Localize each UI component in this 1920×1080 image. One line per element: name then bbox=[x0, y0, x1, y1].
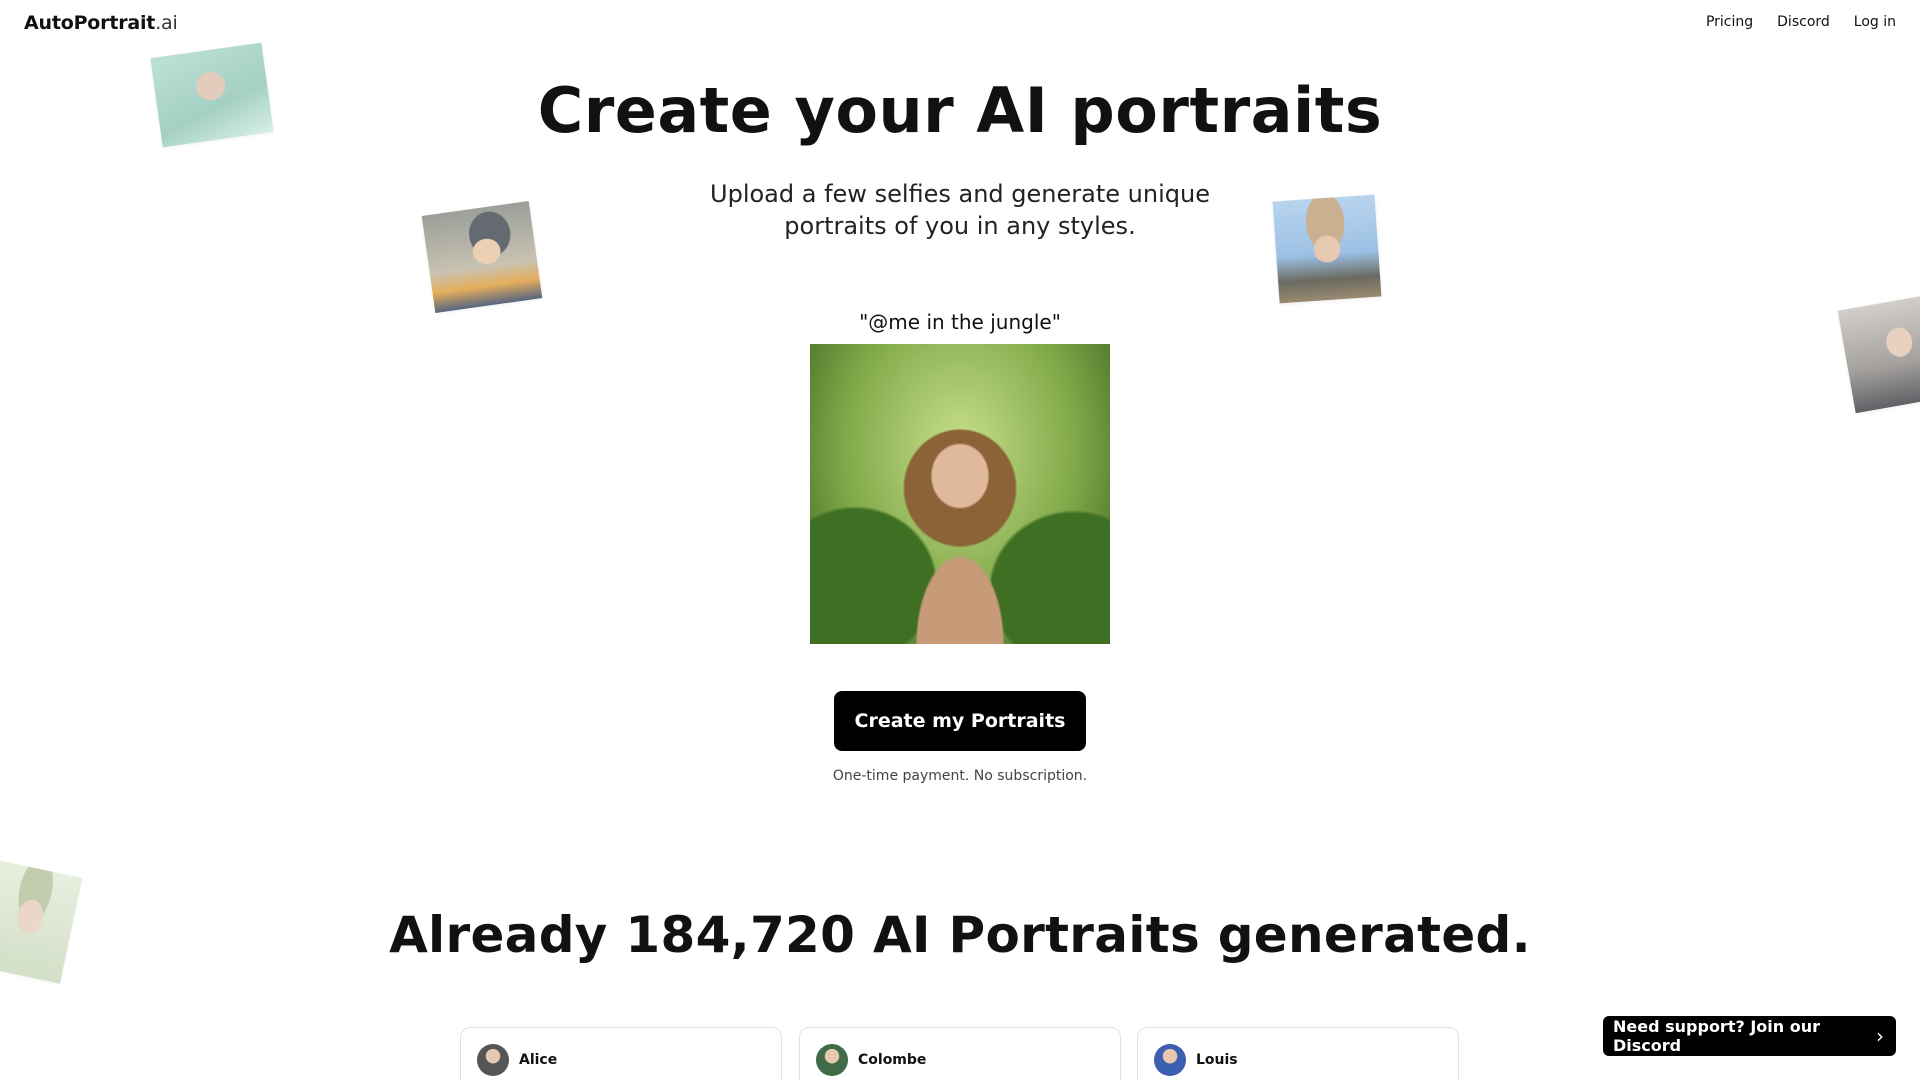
hero-subtitle: Upload a few selfies and generate unique… bbox=[710, 180, 1210, 240]
testimonial-name: Colombe bbox=[858, 1052, 927, 1068]
floating-portrait-anime bbox=[421, 200, 543, 314]
testimonial-card: Louis bbox=[1137, 1027, 1459, 1080]
testimonial-name: Louis bbox=[1196, 1052, 1238, 1068]
create-portraits-button[interactable]: Create my Portraits bbox=[834, 691, 1086, 751]
nav-discord[interactable]: Discord bbox=[1777, 14, 1830, 30]
top-nav: Pricing Discord Log in bbox=[1706, 14, 1896, 30]
support-label: Need support? Join our Discord bbox=[1613, 1017, 1820, 1055]
avatar bbox=[1154, 1044, 1186, 1076]
avatar bbox=[477, 1044, 509, 1076]
avatar bbox=[816, 1044, 848, 1076]
hero-title: Create your AI portraits bbox=[537, 74, 1383, 147]
nav-pricing[interactable]: Pricing bbox=[1706, 14, 1753, 30]
logo[interactable]: AutoPortrait.ai bbox=[24, 12, 178, 34]
nav-login[interactable]: Log in bbox=[1854, 14, 1896, 30]
chevron-right-icon: › bbox=[1876, 1024, 1884, 1048]
payment-note: One-time payment. No subscription. bbox=[832, 768, 1088, 784]
stats-title: Already 184,720 AI Portraits generated. bbox=[389, 906, 1531, 964]
testimonial-card: Alice bbox=[460, 1027, 782, 1080]
floating-portrait-glasses-man bbox=[1272, 194, 1382, 304]
discord-support-button[interactable]: Need support? Join our Discord › bbox=[1603, 1016, 1896, 1056]
logo-main: AutoPortrait bbox=[24, 12, 156, 34]
testimonial-name: Alice bbox=[519, 1052, 558, 1068]
testimonial-card: Colombe bbox=[799, 1027, 1121, 1080]
logo-tld: .ai bbox=[155, 12, 178, 34]
prompt-caption: "@me in the jungle" bbox=[859, 310, 1061, 334]
hero-portrait-image bbox=[810, 344, 1110, 644]
